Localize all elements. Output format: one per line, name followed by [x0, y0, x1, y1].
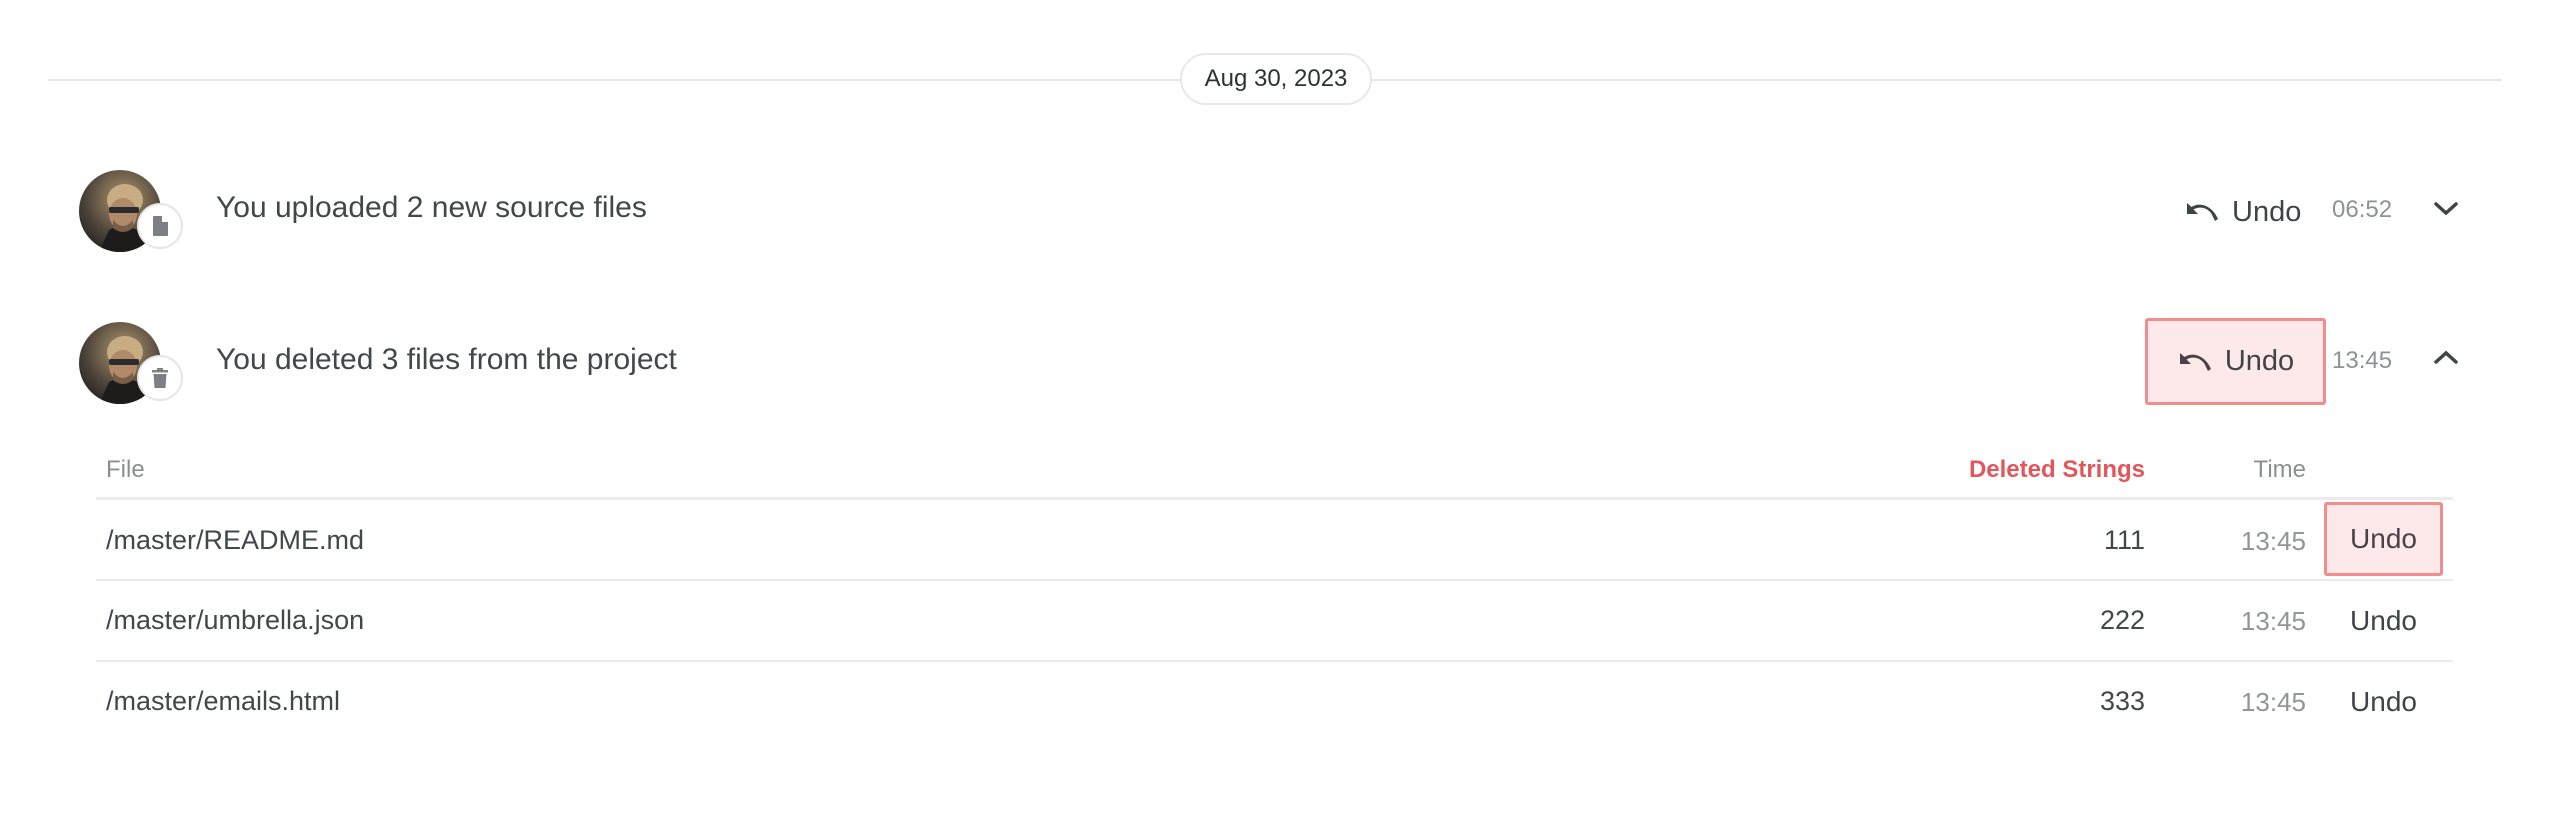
date-separator-badge: Aug 30, 2023 [1180, 53, 1372, 105]
chevron-down-icon [2434, 202, 2458, 216]
activity-message: You uploaded 2 new source files [216, 191, 647, 224]
collapse-toggle[interactable] [2433, 349, 2459, 365]
file-path: /master/README.md [106, 525, 365, 555]
column-header-deleted-strings[interactable]: Deleted Strings [1900, 456, 2145, 484]
undo-label: Undo [2232, 195, 2302, 228]
column-header-file: File [106, 456, 145, 483]
activity-time: 06:52 [2332, 196, 2393, 223]
file-path: /master/emails.html [106, 686, 341, 716]
row-undo-button[interactable]: Undo [2324, 584, 2443, 658]
row-time: 13:45 [2240, 687, 2306, 717]
undo-upload-button[interactable]: Undo [2184, 192, 2301, 232]
deleted-strings-count: 333 [2099, 686, 2145, 716]
deleted-strings-count: 222 [2099, 605, 2145, 635]
undo-delete-button[interactable]: Undo [2145, 318, 2326, 405]
deleted-strings-count: 111 [2103, 525, 2145, 555]
activity-message: You deleted 3 files from the project [216, 343, 677, 376]
row-time: 13:45 [2240, 606, 2306, 636]
row-divider [96, 660, 2453, 662]
undo-icon [2179, 352, 2211, 371]
table-header-divider [96, 497, 2453, 500]
row-undo-button[interactable]: Undo [2324, 665, 2443, 739]
column-header-time: Time [2253, 456, 2306, 483]
trash-badge [137, 355, 183, 401]
trash-icon [152, 368, 168, 388]
undo-label: Undo [2224, 345, 2295, 377]
undo-icon [2187, 203, 2218, 221]
expand-toggle[interactable] [2433, 201, 2459, 217]
row-divider [96, 579, 2453, 581]
file-path: /master/umbrella.json [106, 605, 365, 635]
row-time: 13:45 [2240, 526, 2306, 556]
date-separator-label: Aug 30, 2023 [1204, 65, 1348, 92]
chevron-up-icon [2434, 350, 2458, 364]
activity-time: 13:45 [2332, 347, 2393, 374]
row-undo-button[interactable]: Undo [2324, 502, 2443, 576]
file-icon [153, 216, 168, 236]
file-badge [137, 203, 183, 249]
